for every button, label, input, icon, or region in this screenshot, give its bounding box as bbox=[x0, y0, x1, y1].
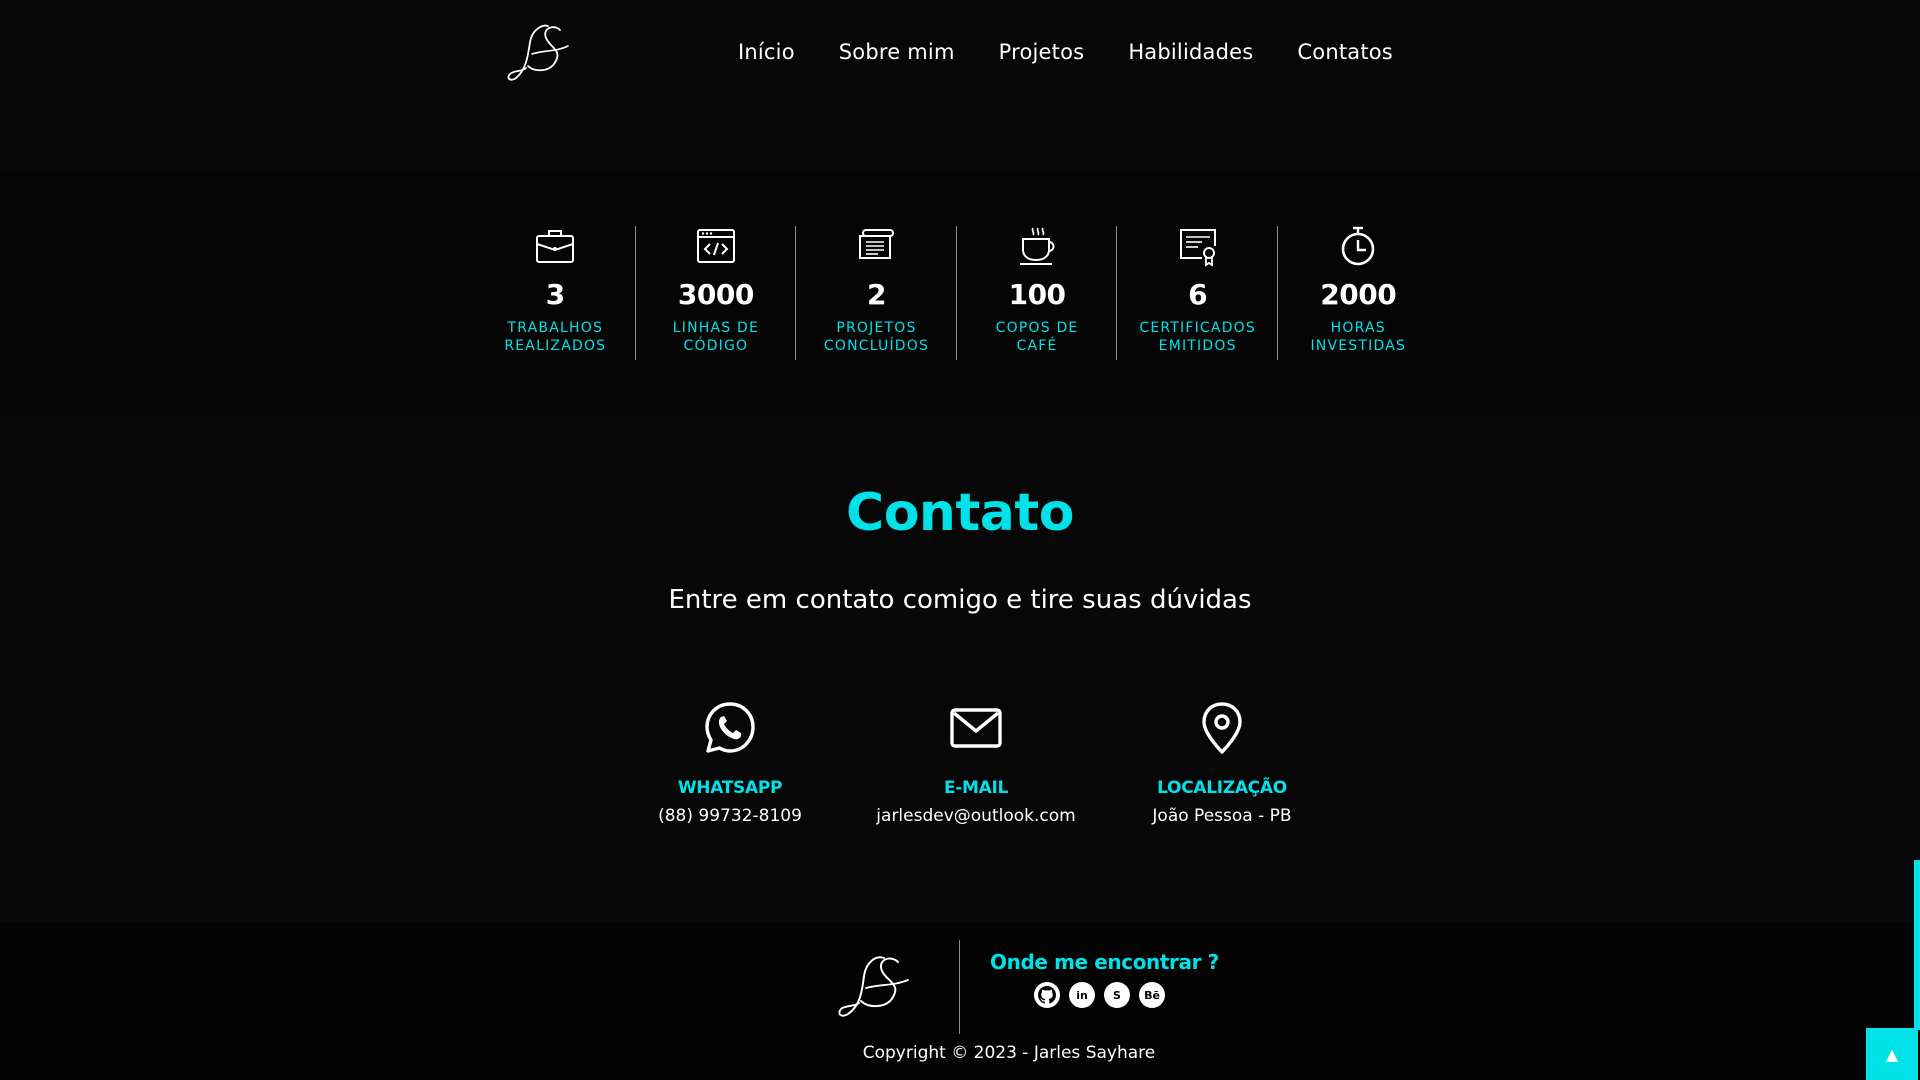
stat-label: Copos de Café bbox=[995, 320, 1079, 354]
nav-item-inicio[interactable]: Início bbox=[738, 40, 795, 64]
stat-label: Horas Investidas bbox=[1310, 320, 1407, 354]
nav-item-projetos[interactable]: Projetos bbox=[999, 40, 1085, 64]
copyright: Copyright © 2023 - Jarles Sayhare bbox=[862, 1043, 1156, 1063]
contact-location[interactable]: LOCALIZAÇÃO João Pessoa - PB bbox=[1102, 700, 1342, 826]
stat-label: Trabalhos Realizados bbox=[504, 320, 607, 354]
behance-icon[interactable]: Bē bbox=[1139, 982, 1165, 1008]
contact-item-title: LOCALIZAÇÃO bbox=[1157, 778, 1287, 798]
stat-label: Certificados Emitidos bbox=[1139, 320, 1256, 354]
contact-item-value[interactable]: João Pessoa - PB bbox=[1102, 806, 1342, 826]
stat-value: 6 bbox=[1188, 278, 1208, 311]
briefcase-icon bbox=[536, 230, 575, 263]
stat-label: Linhas de Código bbox=[672, 320, 760, 354]
stat-label: Projetos Concluídos bbox=[823, 320, 930, 354]
footer-divider bbox=[959, 940, 960, 1034]
nav-item-habilidades[interactable]: Habilidades bbox=[1128, 40, 1253, 64]
stat-value: 100 bbox=[1008, 278, 1066, 311]
nav-item-contatos[interactable]: Contatos bbox=[1297, 40, 1393, 64]
stopwatch-icon bbox=[1341, 226, 1375, 266]
stat-value: 3000 bbox=[677, 278, 754, 311]
nav-item-sobre-mim[interactable]: Sobre mim bbox=[839, 40, 955, 64]
contact-item-value[interactable]: jarlesdev@outlook.com bbox=[856, 806, 1096, 826]
scroll-to-top-button[interactable]: ▲ bbox=[1866, 1028, 1918, 1080]
logo-icon[interactable] bbox=[502, 20, 572, 86]
stats-row: 3 Trabalhos Realizados 3000 Linhas de Có… bbox=[475, 224, 1445, 364]
contact-item-title: E-MAIL bbox=[943, 778, 1009, 798]
footer-logo-icon[interactable] bbox=[832, 950, 912, 1024]
stat-value: 2000 bbox=[1320, 278, 1397, 311]
github-icon[interactable] bbox=[1034, 982, 1060, 1008]
contact-item-title: WHATSAPP bbox=[677, 778, 783, 798]
stat-cafe: 100 Copos de Café bbox=[957, 224, 1118, 364]
find-me-title: Onde me encontrar ? bbox=[990, 950, 1219, 974]
contact-title: Contato bbox=[846, 483, 1074, 543]
code-window-icon bbox=[696, 229, 735, 263]
contact-email[interactable]: E-MAIL jarlesdev@outlook.com bbox=[856, 700, 1096, 826]
contact-items: WHATSAPP (88) 99732-8109 E-MAIL jarlesde… bbox=[610, 700, 1310, 840]
page: Início Sobre mim Projetos Habilidades Co… bbox=[0, 0, 1920, 1080]
certificate-scroll-icon bbox=[859, 229, 895, 259]
contact-subtitle: Entre em contato comigo e tire suas dúvi… bbox=[668, 585, 1252, 615]
stat-value: 2 bbox=[866, 278, 886, 311]
contact-item-value[interactable]: (88) 99732-8109 bbox=[610, 806, 850, 826]
location-pin-icon bbox=[1202, 702, 1242, 754]
skype-icon[interactable]: S bbox=[1104, 982, 1130, 1008]
stat-certificados: 6 Certificados Emitidos bbox=[1117, 224, 1278, 364]
main-nav: Início Sobre mim Projetos Habilidades Co… bbox=[738, 40, 1393, 64]
stat-projetos: 2 Projetos Concluídos bbox=[796, 224, 957, 364]
coffee-cup-icon bbox=[1020, 227, 1055, 265]
linkedin-icon[interactable]: in bbox=[1069, 982, 1095, 1008]
mail-icon bbox=[950, 708, 1002, 748]
header: Início Sobre mim Projetos Habilidades Co… bbox=[0, 0, 1920, 170]
stat-horas: 2000 Horas Investidas bbox=[1278, 224, 1439, 364]
stat-linhas: 3000 Linhas de Código bbox=[636, 224, 797, 364]
stat-trabalhos: 3 Trabalhos Realizados bbox=[475, 224, 636, 364]
whatsapp-icon bbox=[705, 702, 755, 753]
scrollbar-thumb[interactable] bbox=[1914, 860, 1920, 1030]
github-glyph bbox=[1038, 986, 1056, 1004]
certificate-badge-icon bbox=[1179, 229, 1216, 267]
stat-value: 3 bbox=[545, 278, 565, 311]
contact-whatsapp[interactable]: WHATSAPP (88) 99732-8109 bbox=[610, 700, 850, 826]
social-links: in S Bē bbox=[1034, 982, 1165, 1008]
